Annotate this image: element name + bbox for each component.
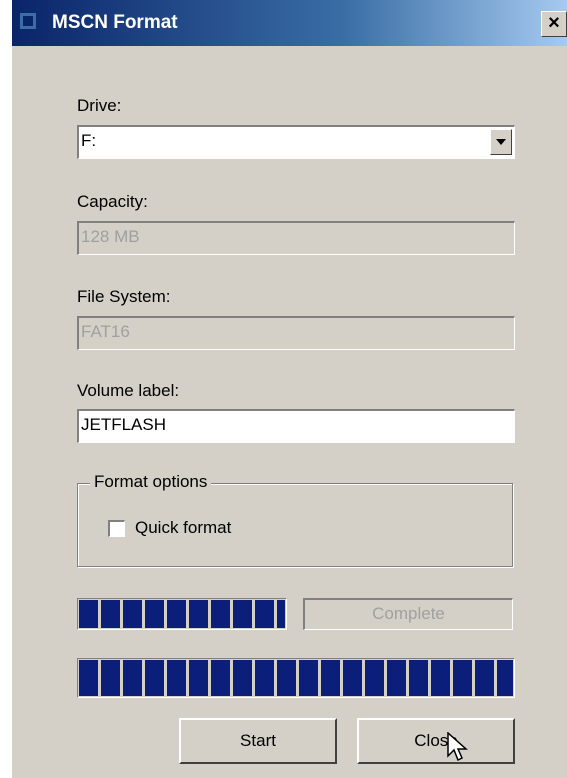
close-button[interactable]: Close [357,718,515,764]
drive-label: Drive: [77,96,122,115]
capacity-label: Capacity: [77,192,148,211]
status-field: Complete [303,598,513,630]
volume-label-input[interactable]: JETFLASH [77,409,515,443]
format-progress-fill [79,660,513,696]
segment-progress-fill [79,600,285,628]
quick-format-label[interactable]: Quick format [135,518,231,538]
segment-progress-bar [77,598,287,630]
close-icon[interactable]: × [541,11,567,37]
start-button[interactable]: Start [179,718,337,764]
mouse-cursor-icon [447,731,469,769]
drive-select[interactable]: F: [77,125,515,159]
drive-value: F: [81,131,97,150]
app-icon [18,11,38,31]
file-system-field: FAT16 [77,316,515,350]
window-title: MSCN Format [52,12,178,33]
format-options-legend: Format options [90,472,212,492]
format-progress-bar [77,658,515,698]
volume-label-label: Volume label: [77,381,180,400]
file-system-label: File System: [77,287,171,306]
capacity-field: 128 MB [77,221,515,255]
title-bar[interactable]: MSCN Format [12,0,567,46]
chevron-down-icon[interactable] [490,129,512,155]
quick-format-checkbox[interactable] [108,520,125,537]
format-dialog: MSCN Format × Drive: F: Capacity: 128 MB… [12,0,567,778]
